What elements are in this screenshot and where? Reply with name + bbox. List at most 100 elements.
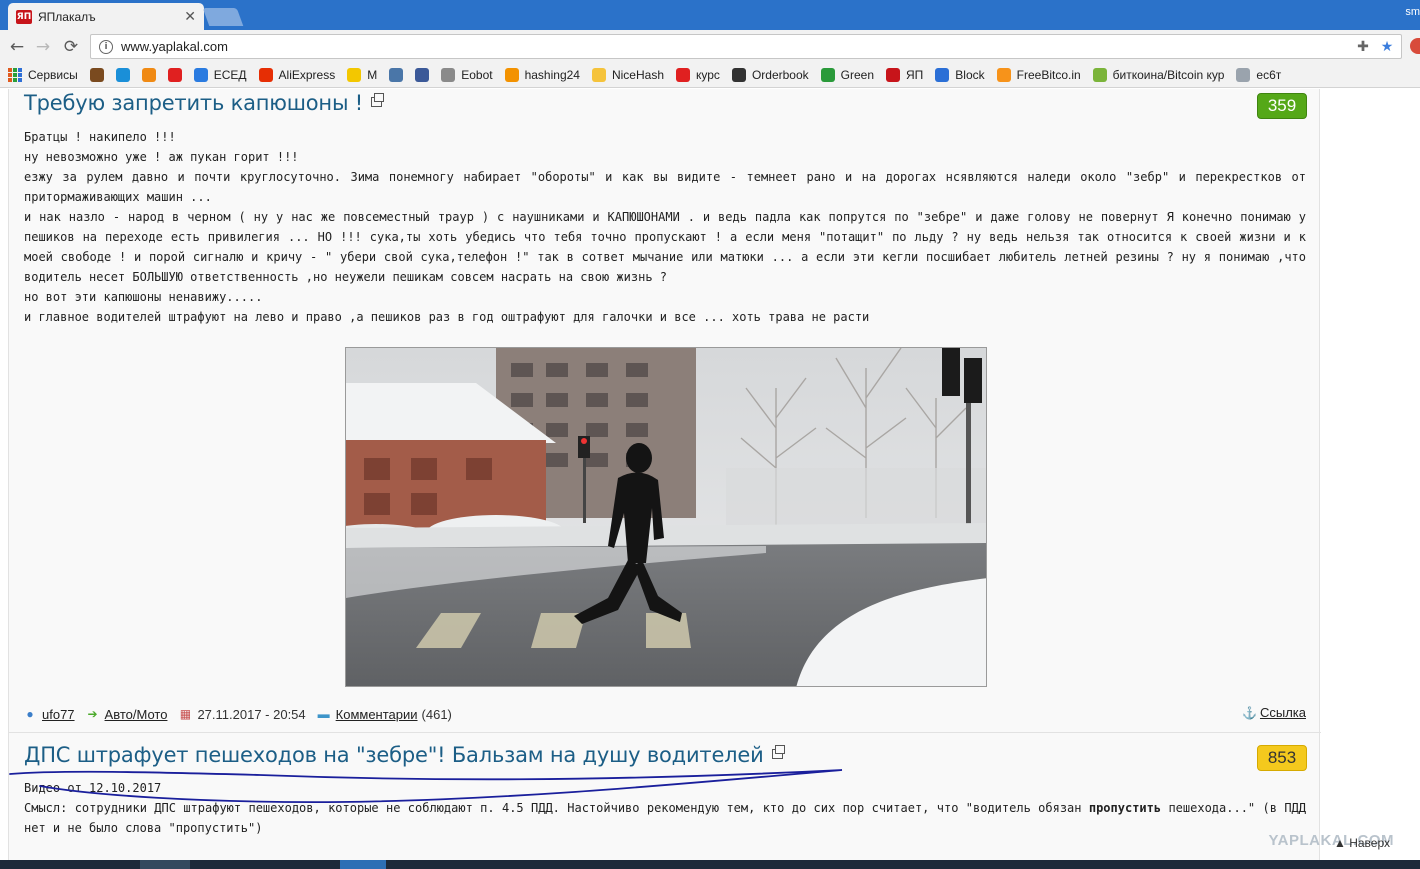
- post-1-comments-link[interactable]: Комментарии: [336, 707, 418, 722]
- bookmark-item[interactable]: [167, 68, 188, 82]
- cookie-icon: [89, 68, 104, 82]
- post-2: ДПС штрафует пешеходов на "зебре"! Бальз…: [9, 741, 1321, 835]
- os-taskbar: [0, 860, 1420, 869]
- open-new-window-icon[interactable]: [771, 745, 785, 759]
- aliexpress-icon: [258, 68, 273, 82]
- browser-tab-active[interactable]: ЯП ЯПлакалъ ✕: [8, 3, 204, 30]
- yandex-icon: [676, 68, 690, 82]
- post-1-author-link[interactable]: ufo77: [42, 707, 75, 722]
- post-1-paragraph: и нак назло - народ в черном ( ну у нас …: [24, 210, 1306, 284]
- post-1-paragraph: ну невозможно уже ! аж пукан горит !!!: [24, 150, 299, 164]
- post-2-rating-badge: 853: [1257, 745, 1307, 771]
- open-new-window-icon[interactable]: [371, 93, 385, 107]
- bookmark-label: hashing24: [524, 68, 580, 82]
- profile-label[interactable]: sm: [1405, 6, 1420, 18]
- browser-toolbar: ← → ⟳ i www.yaplakal.com ✚ ★: [0, 30, 1420, 63]
- bookmark-item[interactable]: NiceHash: [591, 68, 664, 82]
- site-info-icon[interactable]: i: [99, 39, 113, 54]
- bookmark-item[interactable]: ЕСЕД: [193, 68, 247, 82]
- post-1-paragraph: но вот эти капюшоны ненавижу.....: [24, 290, 263, 304]
- bookmark-item[interactable]: Orderbook: [731, 68, 809, 82]
- bookmark-label: ЯП: [906, 68, 924, 82]
- anchor-icon: ⚓: [1241, 705, 1257, 720]
- forward-arrow-icon[interactable]: →: [32, 36, 54, 58]
- bookmark-item[interactable]: [115, 68, 136, 82]
- adblock-extension-icon[interactable]: [1410, 38, 1420, 54]
- bookmark-item[interactable]: hashing24: [504, 68, 580, 82]
- bookmarks-bar: Сервисы ЕСЕД AliExpress М Eobot hashing24 Nice…: [0, 63, 1420, 88]
- taskbar-item[interactable]: [340, 860, 386, 869]
- smiley-icon: [347, 68, 362, 82]
- extension-puzzle-icon[interactable]: ✚: [1353, 39, 1373, 55]
- bookmark-item[interactable]: М: [347, 68, 377, 82]
- post-1-paragraph: и главное водителей штрафуют на лево и п…: [24, 310, 870, 324]
- address-url[interactable]: www.yaplakal.com: [121, 39, 1353, 54]
- new-tab-button[interactable]: [202, 8, 244, 26]
- post-1-permalink[interactable]: Ссылка: [1260, 705, 1306, 720]
- back-arrow-icon[interactable]: ←: [6, 36, 28, 58]
- arrow-right-icon: ➔: [87, 707, 98, 721]
- bookmark-label: Block: [955, 68, 985, 82]
- comments-icon: ▬: [317, 707, 330, 721]
- bookmark-label: Сервисы: [28, 68, 78, 82]
- taskbar-item[interactable]: [140, 860, 190, 869]
- apps-grid-icon: [8, 68, 22, 82]
- bookmark-label: биткоина/Bitcoin кур: [1112, 68, 1225, 82]
- bookmark-item[interactable]: биткоина/Bitcoin кур: [1092, 68, 1225, 82]
- bookmark-label: Orderbook: [751, 68, 809, 82]
- bookmark-label: AliExpress: [278, 68, 336, 82]
- bitcoin-icon: [996, 68, 1011, 82]
- bookmark-item[interactable]: Green: [820, 68, 874, 82]
- block-icon: [935, 68, 950, 82]
- bookmark-item[interactable]: [141, 68, 162, 82]
- scroll-to-top-link[interactable]: ▲ Наверх: [1334, 836, 1390, 850]
- calendar-icon: ▦: [179, 707, 192, 721]
- bookmark-item[interactable]: Eobot: [441, 68, 493, 82]
- gear-icon: [1236, 68, 1251, 82]
- bookmark-item[interactable]: FreeBitco.in: [996, 68, 1081, 82]
- post-2-summary: Смысл: сотрудники ДПС штрафуют пешеходов…: [24, 801, 1306, 835]
- bookmark-item[interactable]: [415, 68, 435, 82]
- bookmark-label: курс: [696, 68, 720, 82]
- bookmark-item[interactable]: Block: [935, 68, 985, 82]
- post-2-header: ДПС штрафует пешеходов на "зебре"! Бальз…: [9, 741, 1321, 773]
- bookmark-item[interactable]: AliExpress: [258, 68, 336, 82]
- page-viewport: Требую запретить капюшоны ! 359 Братцы !…: [0, 89, 1420, 860]
- post-1-link-wrap: ⚓ Ссылка: [1242, 705, 1306, 720]
- coin-icon: [1092, 68, 1107, 82]
- reload-icon[interactable]: ⟳: [60, 36, 82, 58]
- post-1-photo[interactable]: [345, 347, 987, 687]
- music-icon: [141, 68, 156, 82]
- bookmark-item[interactable]: ЯП: [886, 68, 923, 82]
- target-icon: [115, 68, 130, 82]
- post-1-paragraph: Братцы ! накипело !!!: [24, 130, 176, 144]
- green-icon: [820, 68, 835, 82]
- posts-divider: [9, 732, 1321, 733]
- post-1-paragraph: езжу за рулем давно и почти круглосуточн…: [24, 170, 1306, 204]
- orderbook-icon: [731, 68, 746, 82]
- bookmark-item[interactable]: Сервисы: [8, 68, 78, 82]
- nicehash-icon: [591, 68, 606, 82]
- post-2-title[interactable]: ДПС штрафует пешеходов на "зебре"! Бальз…: [24, 743, 785, 767]
- post-1-category-link[interactable]: Авто/Мото: [105, 707, 168, 722]
- bookmark-item[interactable]: ес6т: [1236, 68, 1281, 82]
- yandex-icon: [167, 68, 182, 82]
- bookmark-item[interactable]: [89, 68, 110, 82]
- tab-close-icon[interactable]: ✕: [184, 9, 196, 25]
- post-1-comments-count: (461): [421, 706, 452, 722]
- snowy-crosswalk-photo: [346, 348, 986, 686]
- bookmark-item[interactable]: [389, 68, 409, 82]
- yaplakal-icon: [886, 68, 900, 82]
- post-1-meta: ● ufo77 ➔ Авто/Мото ▦ 27.11.2017 - 20:54…: [24, 705, 1306, 723]
- post-1-header: Требую запретить капюшоны ! 359: [9, 89, 1321, 121]
- bookmark-label: ЕСЕД: [213, 68, 247, 82]
- user-icon: ●: [26, 707, 34, 721]
- address-bar[interactable]: i www.yaplakal.com ✚ ★: [90, 34, 1402, 59]
- bookmark-item[interactable]: курс: [676, 68, 720, 82]
- tab-title: ЯПлакалъ: [38, 9, 96, 24]
- bookmark-star-icon[interactable]: ★: [1377, 39, 1397, 55]
- bookmark-label: М: [367, 68, 378, 82]
- post-1-title[interactable]: Требую запретить капюшоны !: [24, 91, 385, 115]
- yaplakal-favicon-icon: ЯП: [16, 9, 32, 24]
- eobot-icon: [441, 68, 456, 82]
